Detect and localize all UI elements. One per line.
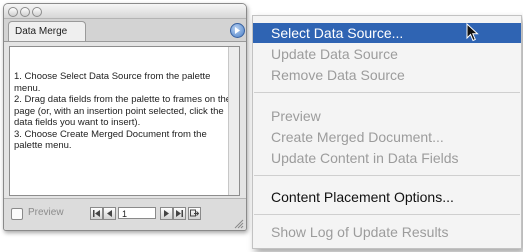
mouse-pointer-icon xyxy=(466,23,479,42)
palette-tab-row: Data Merge xyxy=(4,19,246,42)
menu-item-create-merged-document[interactable]: Create Merged Document... xyxy=(253,127,521,147)
preview-checkbox[interactable] xyxy=(11,208,23,220)
resize-grip-icon[interactable] xyxy=(233,218,244,229)
palette-bottom-bar: Preview 1 xyxy=(4,198,246,230)
palette-menu-arrow-icon[interactable] xyxy=(230,23,245,38)
instruction-step-1: 1. Choose Select Data Source from the pa… xyxy=(14,71,211,94)
preview-label: Preview xyxy=(28,207,64,218)
instruction-step-3: 3. Choose Create Merged Document from th… xyxy=(14,128,207,152)
record-number-field[interactable]: 1 xyxy=(118,207,156,219)
data-merge-palette: Data Merge 1. Choose Select Data Source … xyxy=(3,3,247,231)
menu-item-content-placement-options[interactable]: Content Placement Options... xyxy=(253,187,521,207)
next-record-icon[interactable] xyxy=(160,207,173,220)
zoom-icon[interactable] xyxy=(32,7,42,17)
menu-item-show-log-of-update-results[interactable]: Show Log of Update Results xyxy=(253,222,521,242)
instructions-text: 1. Choose Select Data Source from the pa… xyxy=(14,71,236,152)
menu-item-update-content-in-data-fields[interactable]: Update Content in Data Fields xyxy=(253,148,521,168)
data-fields-list[interactable]: 1. Choose Select Data Source from the pa… xyxy=(9,46,240,196)
create-merged-document-icon[interactable] xyxy=(188,207,201,220)
menu-item-preview[interactable]: Preview xyxy=(253,106,521,126)
previous-record-icon[interactable] xyxy=(103,207,116,220)
menu-item-remove-data-source[interactable]: Remove Data Source xyxy=(253,65,521,85)
menu-item-select-data-source[interactable]: Select Data Source... xyxy=(253,23,521,43)
menu-separator xyxy=(254,175,520,176)
palette-titlebar[interactable] xyxy=(4,4,246,19)
first-record-icon[interactable] xyxy=(90,207,103,220)
palette-menu: Select Data Source... Update Data Source… xyxy=(252,15,522,249)
instruction-step-2: 2. Drag data fields from the palette to … xyxy=(14,94,232,128)
last-record-icon[interactable] xyxy=(173,207,186,220)
tab-data-merge[interactable]: Data Merge xyxy=(8,21,86,41)
menu-separator xyxy=(254,214,520,215)
menu-separator xyxy=(254,92,520,93)
close-icon[interactable] xyxy=(8,7,18,17)
menu-item-update-data-source[interactable]: Update Data Source xyxy=(253,44,521,64)
list-scrollbar[interactable] xyxy=(228,47,239,195)
minimize-icon[interactable] xyxy=(20,7,30,17)
